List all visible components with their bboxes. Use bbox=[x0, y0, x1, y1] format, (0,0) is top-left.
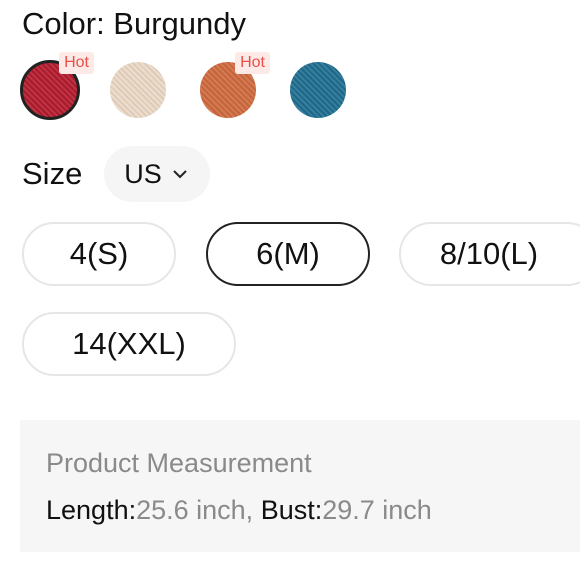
unit-select[interactable]: US bbox=[104, 146, 210, 202]
bust-label: Bust: bbox=[260, 495, 323, 525]
length-value: 25.6 inch, bbox=[136, 495, 261, 525]
product-measurement-panel: Product Measurement Length:25.6 inch, Bu… bbox=[20, 420, 580, 552]
swatch-beige[interactable] bbox=[108, 60, 168, 120]
size-label: Size bbox=[22, 156, 83, 191]
size-option-14xxl[interactable]: 14(XXL) bbox=[22, 312, 236, 376]
size-option-label: 6(M) bbox=[256, 236, 320, 271]
size-option-label: 4(S) bbox=[69, 236, 129, 271]
swatch-burgundy[interactable]: Hot bbox=[20, 52, 94, 120]
length-label: Length: bbox=[46, 495, 137, 525]
measurement-title: Product Measurement bbox=[46, 448, 312, 478]
measurement-line: Length:25.6 inch, Bust:29.7 inch bbox=[46, 493, 432, 527]
size-option-label: 8/10(L) bbox=[439, 236, 539, 271]
chevron-down-icon bbox=[173, 170, 187, 179]
size-option-6m[interactable]: 6(M) bbox=[206, 222, 370, 286]
color-title: Color: Burgundy bbox=[22, 6, 247, 41]
bust-value: 29.7 inch bbox=[322, 495, 432, 525]
swatch-teal-fill bbox=[290, 62, 346, 118]
hot-badge: Hot bbox=[59, 52, 94, 74]
hot-badge: Hot bbox=[235, 52, 270, 74]
size-option-8-10l[interactable]: 8/10(L) bbox=[399, 222, 580, 286]
size-option-label: 14(XXL) bbox=[72, 326, 186, 361]
swatch-rust-orange[interactable]: Hot bbox=[198, 52, 270, 120]
size-option-4s[interactable]: 4(S) bbox=[22, 222, 176, 286]
unit-select-value: US bbox=[124, 158, 162, 189]
swatch-teal-blue[interactable] bbox=[288, 60, 348, 120]
swatch-beige-fill bbox=[110, 62, 166, 118]
